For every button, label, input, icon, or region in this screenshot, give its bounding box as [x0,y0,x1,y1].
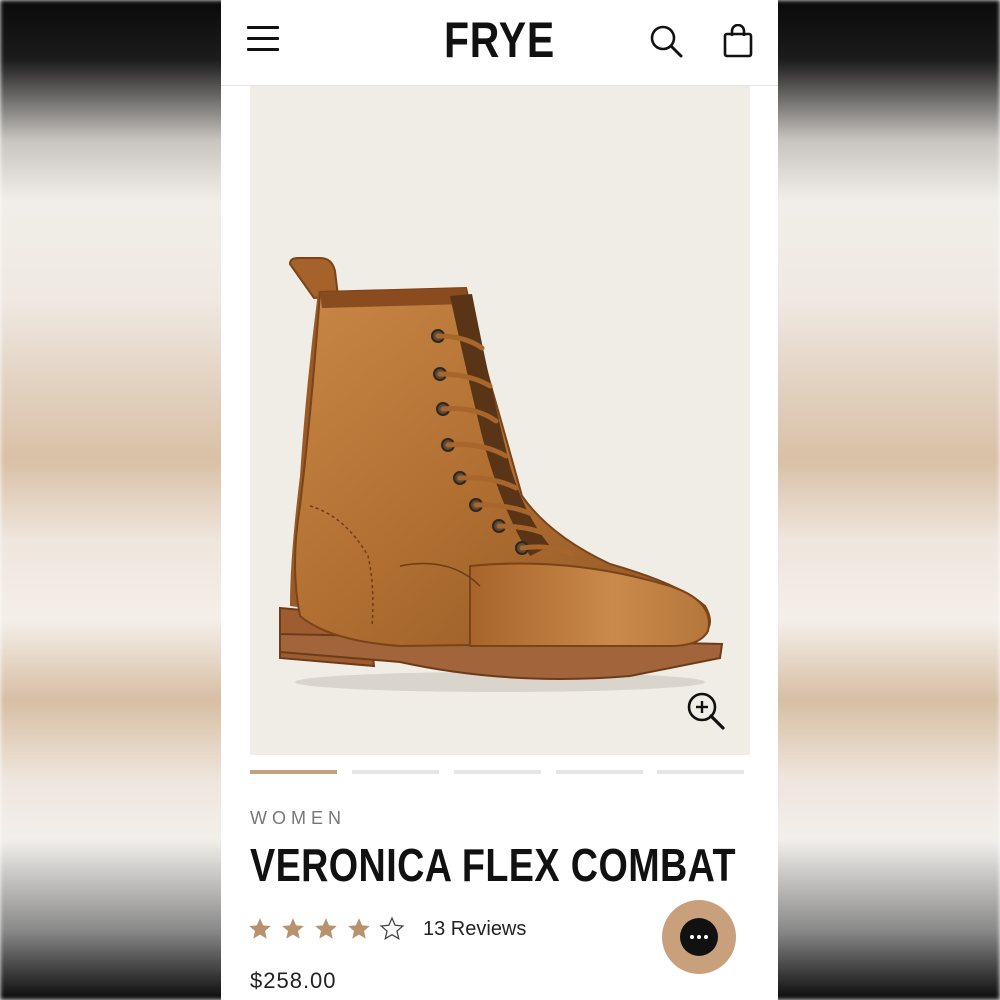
star-filled-icon [282,918,304,939]
product-rating[interactable]: 13 Reviews [247,912,526,946]
carousel-indicator[interactable] [352,770,439,774]
shopping-bag-icon[interactable] [723,24,753,58]
zoom-in-icon[interactable] [686,691,726,731]
carousel-indicator[interactable] [657,770,744,774]
chat-button[interactable] [662,900,736,974]
product-title: VERONICA FLEX COMBAT [250,839,736,891]
chat-bubble-icon [680,918,718,956]
carousel-indicator[interactable] [454,770,541,774]
star-filled-icon [348,918,370,939]
site-header: FRYE [221,0,778,86]
reviews-link[interactable]: 13 Reviews [423,918,526,941]
star-filled-icon [315,918,337,939]
boot-illustration [279,257,724,692]
image-carousel-indicators [250,770,750,774]
product-price: $258.00 [250,968,337,993]
search-icon[interactable] [649,24,683,58]
carousel-indicator[interactable] [556,770,643,774]
star-filled-icon [249,918,271,939]
carousel-indicator[interactable] [250,770,337,774]
product-category[interactable]: WOMEN [250,808,346,829]
star-empty-icon [379,916,405,940]
product-image[interactable] [250,86,750,755]
mobile-product-page: FRYE WOMEN VERONICA FLEX COMBAT 13 Revie… [221,0,778,1000]
